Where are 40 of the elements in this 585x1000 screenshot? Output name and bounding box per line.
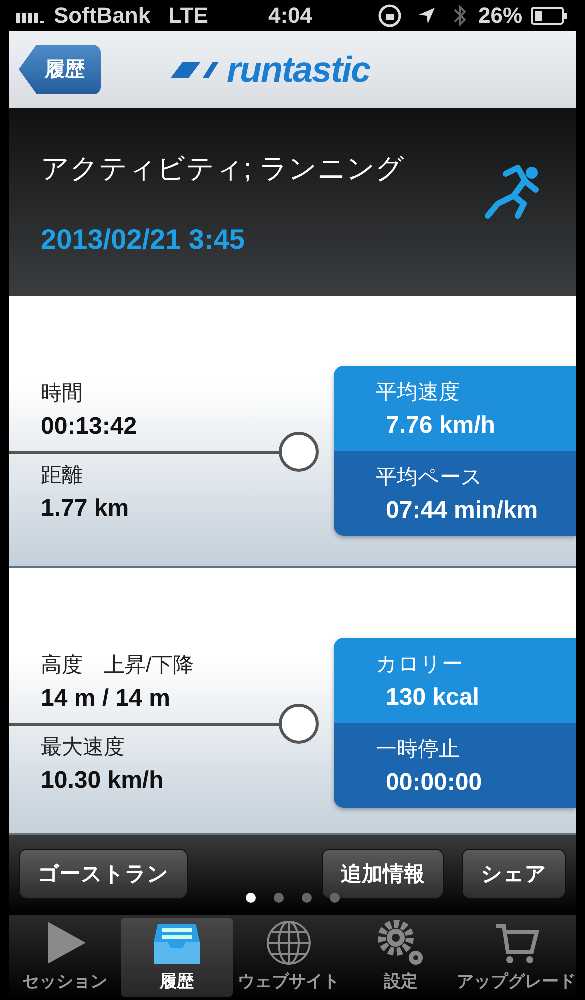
stat-label: カロリー	[376, 652, 464, 678]
tab[interactable]: セッション	[9, 918, 121, 997]
stat-label: 時間	[41, 381, 84, 407]
stat-value: 1.77 km	[41, 495, 130, 523]
page-dot[interactable]	[302, 893, 312, 903]
tab[interactable]: 履歴	[121, 918, 233, 997]
stat-value: 7.76 km/h	[385, 412, 496, 440]
stat-label: 一時停止	[376, 736, 461, 762]
globe-icon	[264, 918, 314, 968]
location-icon	[416, 6, 437, 26]
battery-icon	[530, 6, 567, 24]
battery-percent: 26%	[478, 2, 523, 28]
tab[interactable]: 設定	[345, 918, 457, 997]
ghost-run-button[interactable]: ゴーストラン	[19, 849, 188, 899]
stat-value: 14 m / 14 m	[41, 685, 172, 713]
stat-value: 00:00:00	[385, 768, 484, 796]
stat-label: 平均速度	[376, 380, 461, 406]
clock-time: 4:04	[268, 2, 313, 28]
share-button[interactable]: シェア	[462, 849, 566, 899]
network-type: LTE	[168, 2, 208, 28]
page-dot[interactable]	[246, 893, 256, 903]
tab[interactable]: ウェブサイト	[233, 918, 345, 997]
carrier-name: SoftBank	[54, 2, 151, 28]
stat-value: 130 kcal	[385, 684, 480, 712]
stat-label: 高度 上昇/下降	[41, 653, 195, 679]
logo-wordmark: runtastic	[227, 48, 370, 90]
back-button[interactable]: 履歴	[19, 44, 101, 94]
stat-label: 距離	[41, 463, 84, 489]
stat-label: 最大速度	[41, 735, 126, 761]
stat-value: 07:44 min/km	[385, 496, 540, 524]
bluetooth-icon	[452, 4, 467, 28]
activity-title: アクティビティ; ランニング	[41, 152, 405, 186]
stat-label: 平均ペース	[376, 464, 484, 490]
stat-value: 10.30 km/h	[41, 767, 165, 795]
tab[interactable]: アップグレード	[457, 918, 576, 997]
activity-date: 2013/02/21 3:45	[41, 224, 246, 256]
rotation-lock-icon	[376, 2, 403, 28]
more-info-button[interactable]: 追加情報	[322, 849, 444, 899]
stat-value: 00:13:42	[41, 413, 138, 441]
page-dot[interactable]	[274, 893, 284, 903]
